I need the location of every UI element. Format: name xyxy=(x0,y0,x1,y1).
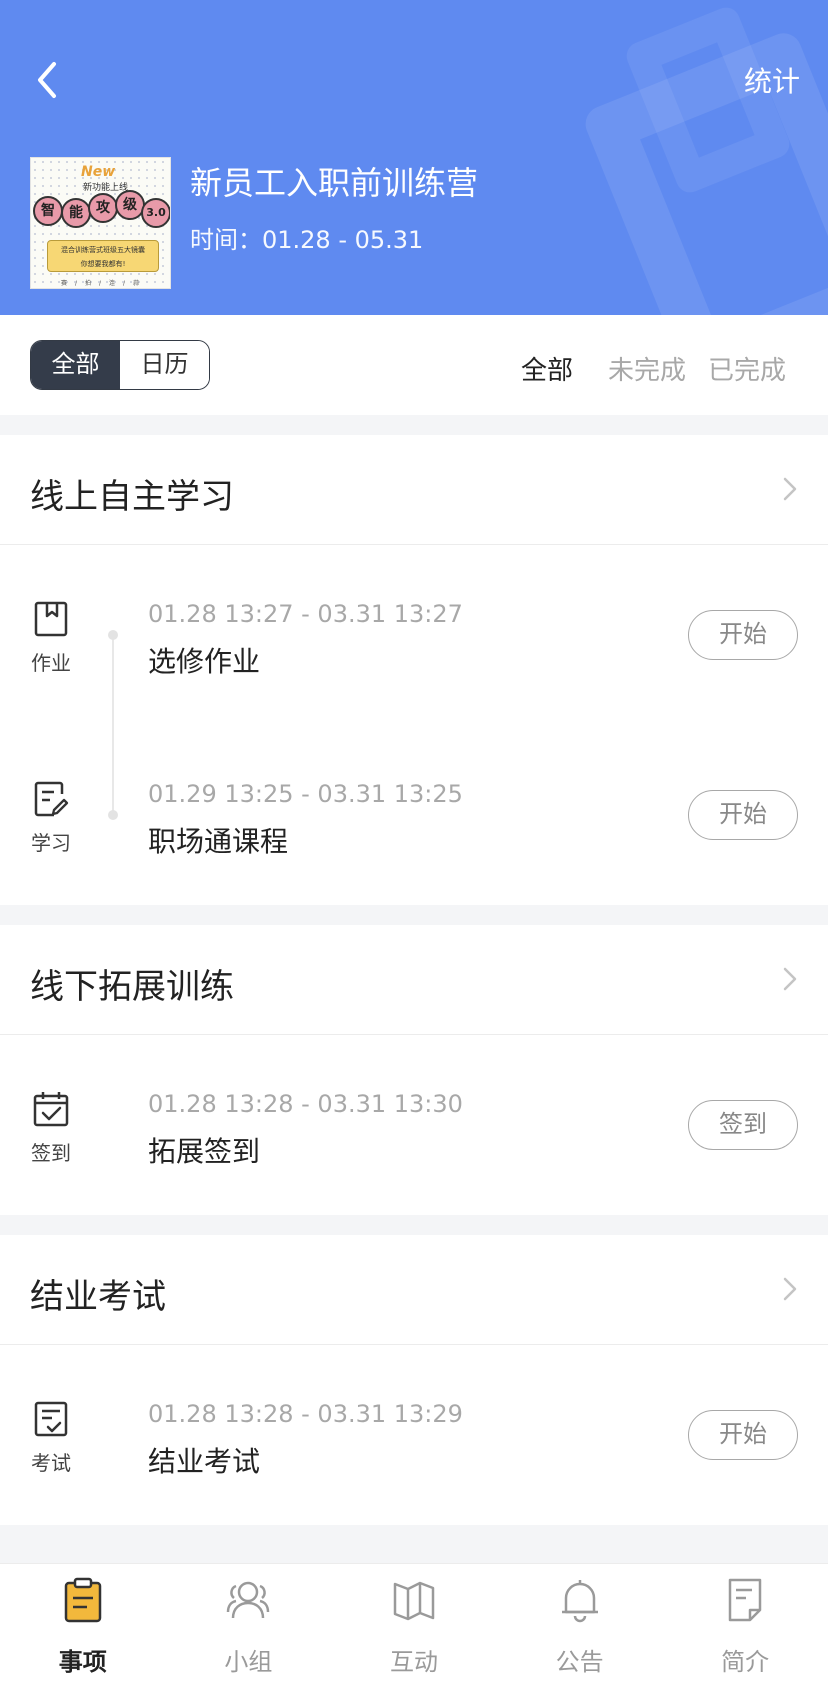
section-header[interactable]: 线下拓展训练 xyxy=(0,925,828,1035)
cover-ball: 能 xyxy=(61,198,91,228)
task-name: 拓展签到 xyxy=(148,1135,261,1168)
clipboard-icon xyxy=(64,1577,102,1623)
chevron-right-icon xyxy=(783,967,797,991)
section-title: 结业考试 xyxy=(30,1277,166,1317)
view-all-tab[interactable]: 全部 xyxy=(31,341,120,389)
task-item[interactable]: 签到 01.28 13:28 - 03.31 13:30 拓展签到 签到 xyxy=(0,1035,828,1215)
camp-cover-image: New 新功能上线 智 能 攻 级 3.0 混合训练营式班级五大镜囊 你想要我都… xyxy=(30,157,171,289)
tab-tasks[interactable]: 事项 xyxy=(0,1564,166,1682)
group-icon xyxy=(227,1581,270,1619)
filter-bar: 全部 日历 全部 未完成 已完成 xyxy=(0,315,828,415)
task-item[interactable]: 作业 01.28 13:27 - 03.31 13:27 选修作业 开始 xyxy=(0,545,828,725)
task-time: 01.28 13:28 - 03.31 13:30 xyxy=(148,1090,463,1118)
check-in-button[interactable]: 签到 xyxy=(688,1100,798,1150)
map-icon xyxy=(393,1581,435,1621)
chevron-left-icon xyxy=(38,62,56,98)
task-type-label: 考试 xyxy=(31,1451,71,1475)
statistics-link[interactable]: 统计 xyxy=(744,60,800,100)
chevron-right-icon xyxy=(783,477,797,501)
camp-title: 新员工入职前训练营 xyxy=(190,164,479,202)
start-button[interactable]: 开始 xyxy=(688,610,798,660)
task-type-label: 签到 xyxy=(31,1141,71,1165)
cover-tagline: 新功能上线 xyxy=(83,183,129,193)
view-segment: 全部 日历 xyxy=(30,340,210,390)
start-button[interactable]: 开始 xyxy=(688,1410,798,1460)
bottom-tab-bar: 事项 小组 互动 公告 简介 xyxy=(0,1563,828,1682)
status-incomplete-tab[interactable]: 未完成 xyxy=(608,350,686,387)
view-calendar-tab[interactable]: 日历 xyxy=(120,341,209,389)
task-time: 01.28 13:27 - 03.31 13:27 xyxy=(148,600,463,628)
edit-doc-icon xyxy=(34,781,69,817)
tab-announcement[interactable]: 公告 xyxy=(497,1564,663,1682)
document-icon xyxy=(728,1578,762,1622)
tab-group[interactable]: 小组 xyxy=(166,1564,332,1682)
tab-label: 简介 xyxy=(721,1648,770,1676)
section-header[interactable]: 结业考试 xyxy=(0,1235,828,1345)
task-item[interactable]: 考试 01.28 13:28 - 03.31 13:29 结业考试 开始 xyxy=(0,1345,828,1525)
tab-label: 公告 xyxy=(555,1648,604,1676)
task-time: 01.28 13:28 - 03.31 13:29 xyxy=(148,1400,463,1428)
tab-interaction[interactable]: 互动 xyxy=(331,1564,497,1682)
back-button[interactable] xyxy=(30,58,70,102)
cover-ball: 智 xyxy=(33,196,63,226)
camp-header: 统计 New 新功能上线 智 能 攻 级 3.0 混合训练营式班级五大镜囊 你想… xyxy=(0,0,828,315)
camp-time: 时间：01.28 - 05.31 xyxy=(190,226,424,254)
cover-new-tag: New xyxy=(81,164,116,180)
status-complete-tab[interactable]: 已完成 xyxy=(708,350,786,387)
task-name: 选修作业 xyxy=(148,645,261,678)
task-type-label: 学习 xyxy=(31,831,71,855)
bookmark-icon xyxy=(34,601,68,637)
task-name: 结业考试 xyxy=(148,1445,261,1478)
task-item[interactable]: 学习 01.29 13:25 - 03.31 13:25 职场通课程 开始 xyxy=(0,725,828,905)
chevron-right-icon xyxy=(783,1277,797,1301)
status-all-tab[interactable]: 全部 xyxy=(521,350,573,387)
cover-ball: 攻 xyxy=(88,193,118,223)
start-button[interactable]: 开始 xyxy=(688,790,798,840)
calendar-check-icon xyxy=(33,1092,69,1127)
section-title: 线下拓展训练 xyxy=(30,967,234,1007)
task-type-label: 作业 xyxy=(31,651,71,675)
cover-bottom-text: 赛/拍/连/蒜 xyxy=(61,280,148,287)
task-time: 01.29 13:25 - 03.31 13:25 xyxy=(148,780,463,808)
exam-icon xyxy=(34,1401,68,1437)
tab-intro[interactable]: 简介 xyxy=(662,1564,828,1682)
task-name: 职场通课程 xyxy=(148,825,289,858)
section-header[interactable]: 线上自主学习 xyxy=(0,435,828,545)
cover-ball: 3.0 xyxy=(141,198,170,228)
cover-box: 混合训练营式班级五大镜囊 你想要我都有! xyxy=(47,240,159,272)
bell-icon xyxy=(561,1580,598,1623)
tab-label: 互动 xyxy=(389,1648,438,1676)
tab-label: 事项 xyxy=(58,1648,107,1676)
section-title: 线上自主学习 xyxy=(30,477,234,517)
tab-label: 小组 xyxy=(224,1648,273,1676)
